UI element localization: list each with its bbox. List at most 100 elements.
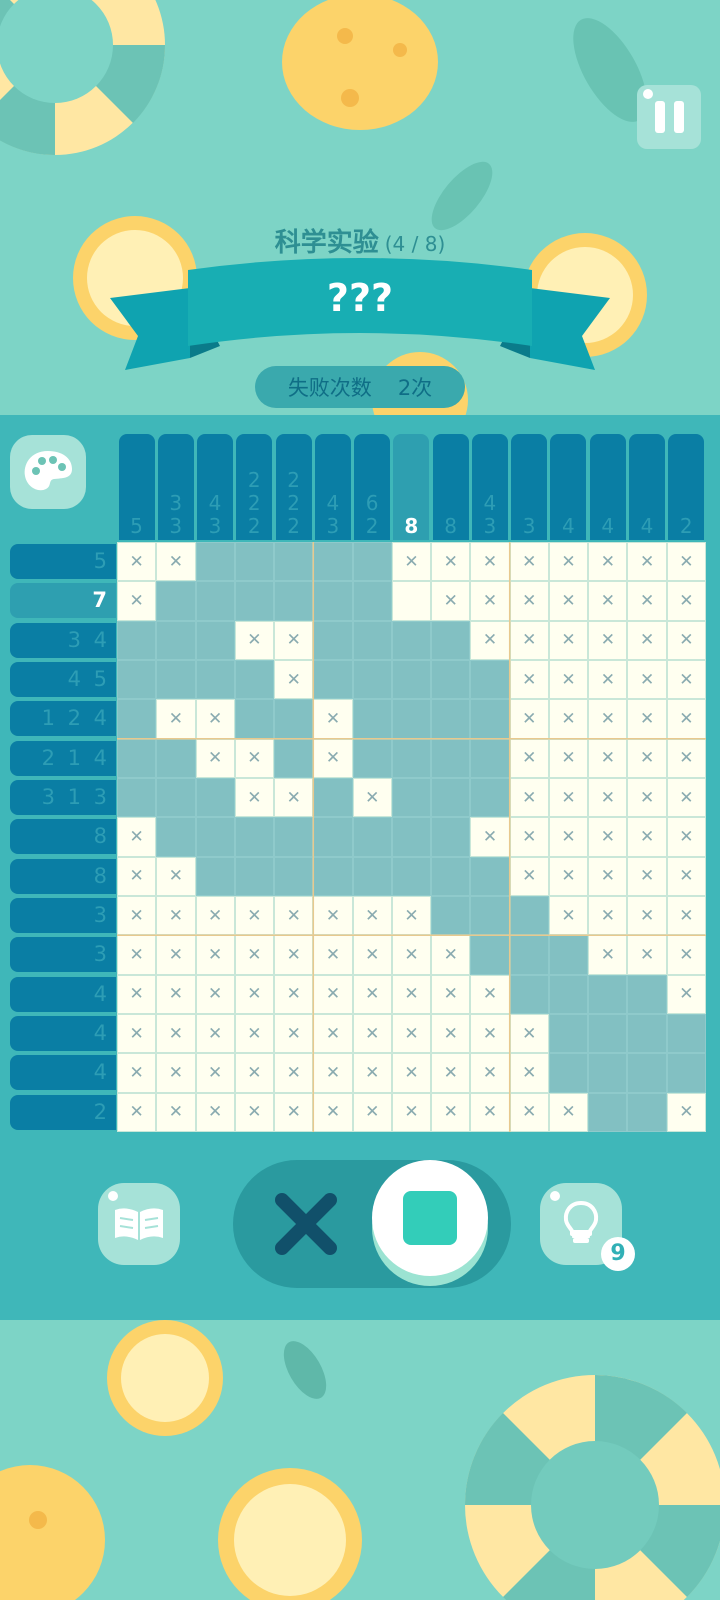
grid-cell[interactable] <box>117 542 157 582</box>
grid-cell[interactable] <box>234 974 275 1014</box>
grid-cell[interactable] <box>666 1092 706 1132</box>
grid-cell[interactable] <box>470 817 510 857</box>
grid-cell[interactable] <box>391 542 432 582</box>
grid-cell[interactable] <box>391 895 432 936</box>
grid-cell[interactable] <box>588 935 628 975</box>
grid-cell[interactable] <box>548 974 589 1014</box>
grid-cell[interactable] <box>352 777 392 818</box>
grid-cell[interactable] <box>274 895 314 936</box>
grid-cell[interactable] <box>352 935 392 975</box>
grid-cell[interactable] <box>156 817 196 857</box>
grid-cell[interactable] <box>431 895 471 936</box>
grid-cell[interactable] <box>588 974 628 1014</box>
grid-cell[interactable] <box>156 974 196 1014</box>
grid-cell[interactable] <box>666 817 706 857</box>
grid-cell[interactable] <box>234 1092 275 1132</box>
grid-cell[interactable] <box>509 777 549 818</box>
grid-cell[interactable] <box>156 1092 196 1132</box>
grid-cell[interactable] <box>548 1053 589 1093</box>
grid-cell[interactable] <box>666 935 706 975</box>
grid-cell[interactable] <box>117 817 157 857</box>
grid-cell[interactable] <box>666 777 706 818</box>
grid-cell[interactable] <box>117 1013 157 1054</box>
grid-cell[interactable] <box>234 935 275 975</box>
grid-cell[interactable] <box>274 699 314 739</box>
grid-cell[interactable] <box>234 777 275 818</box>
grid-cell[interactable] <box>313 777 353 818</box>
grid-cell[interactable] <box>274 542 314 582</box>
grid-cell[interactable] <box>548 738 589 778</box>
grid-cell[interactable] <box>470 895 510 936</box>
grid-cell[interactable] <box>391 581 432 621</box>
grid-cell[interactable] <box>313 856 353 896</box>
grid-cell[interactable] <box>352 817 392 857</box>
grid-cell[interactable] <box>431 699 471 739</box>
grid-cell[interactable] <box>627 817 667 857</box>
grid-cell[interactable] <box>117 659 157 700</box>
grid-cell[interactable] <box>666 974 706 1014</box>
grid-cell[interactable] <box>627 935 667 975</box>
grid-cell[interactable] <box>313 895 353 936</box>
grid-cell[interactable] <box>313 1013 353 1054</box>
grid-cell[interactable] <box>234 895 275 936</box>
grid-cell[interactable] <box>352 620 392 660</box>
grid-cell[interactable] <box>470 1053 510 1093</box>
grid-cell[interactable] <box>666 1053 706 1093</box>
grid-cell[interactable] <box>627 738 667 778</box>
grid-cell[interactable] <box>627 856 667 896</box>
grid-cell[interactable] <box>548 1013 589 1054</box>
grid-cell[interactable] <box>156 659 196 700</box>
grid-cell[interactable] <box>274 817 314 857</box>
grid-cell[interactable] <box>391 817 432 857</box>
grid-cell[interactable] <box>509 620 549 660</box>
grid-cell[interactable] <box>548 581 589 621</box>
grid-cell[interactable] <box>274 1053 314 1093</box>
grid-cell[interactable] <box>548 620 589 660</box>
grid-cell[interactable] <box>274 659 314 700</box>
grid-cell[interactable] <box>548 699 589 739</box>
grid-cell[interactable] <box>470 1092 510 1132</box>
grid-cell[interactable] <box>666 738 706 778</box>
grid-cell[interactable] <box>588 542 628 582</box>
grid-cell[interactable] <box>274 738 314 778</box>
grid-cell[interactable] <box>666 659 706 700</box>
grid-cell[interactable] <box>391 777 432 818</box>
grid-cell[interactable] <box>195 581 235 621</box>
grid-cell[interactable] <box>431 777 471 818</box>
grid-cell[interactable] <box>117 1053 157 1093</box>
grid-cell[interactable] <box>548 935 589 975</box>
grid-cell[interactable] <box>117 895 157 936</box>
grid-cell[interactable] <box>156 895 196 936</box>
grid-cell[interactable] <box>391 935 432 975</box>
grid-cell[interactable] <box>470 581 510 621</box>
grid-cell[interactable] <box>234 620 275 660</box>
grid-cell[interactable] <box>509 974 549 1014</box>
grid-cell[interactable] <box>431 1013 471 1054</box>
grid-cell[interactable] <box>588 581 628 621</box>
grid-cell[interactable] <box>117 974 157 1014</box>
grid-cell[interactable] <box>509 817 549 857</box>
grid-cell[interactable] <box>313 1092 353 1132</box>
grid-cell[interactable] <box>431 659 471 700</box>
grid-cell[interactable] <box>391 1053 432 1093</box>
grid-cell[interactable] <box>431 620 471 660</box>
grid-cell[interactable] <box>391 1092 432 1132</box>
grid-cell[interactable] <box>627 777 667 818</box>
grid-cell[interactable] <box>431 1092 471 1132</box>
grid-cell[interactable] <box>509 542 549 582</box>
grid-cell[interactable] <box>156 1053 196 1093</box>
grid-cell[interactable] <box>627 1092 667 1132</box>
grid-cell[interactable] <box>509 1092 549 1132</box>
grid-cell[interactable] <box>470 699 510 739</box>
grid-cell[interactable] <box>274 974 314 1014</box>
grid-cell[interactable] <box>313 620 353 660</box>
grid-cell[interactable] <box>234 542 275 582</box>
grid-cell[interactable] <box>156 581 196 621</box>
grid-cell[interactable] <box>470 1013 510 1054</box>
grid-cell[interactable] <box>195 974 235 1014</box>
grid-cell[interactable] <box>627 699 667 739</box>
grid-cell[interactable] <box>588 620 628 660</box>
grid-cell[interactable] <box>548 817 589 857</box>
grid-cell[interactable] <box>470 620 510 660</box>
grid-cell[interactable] <box>195 1092 235 1132</box>
